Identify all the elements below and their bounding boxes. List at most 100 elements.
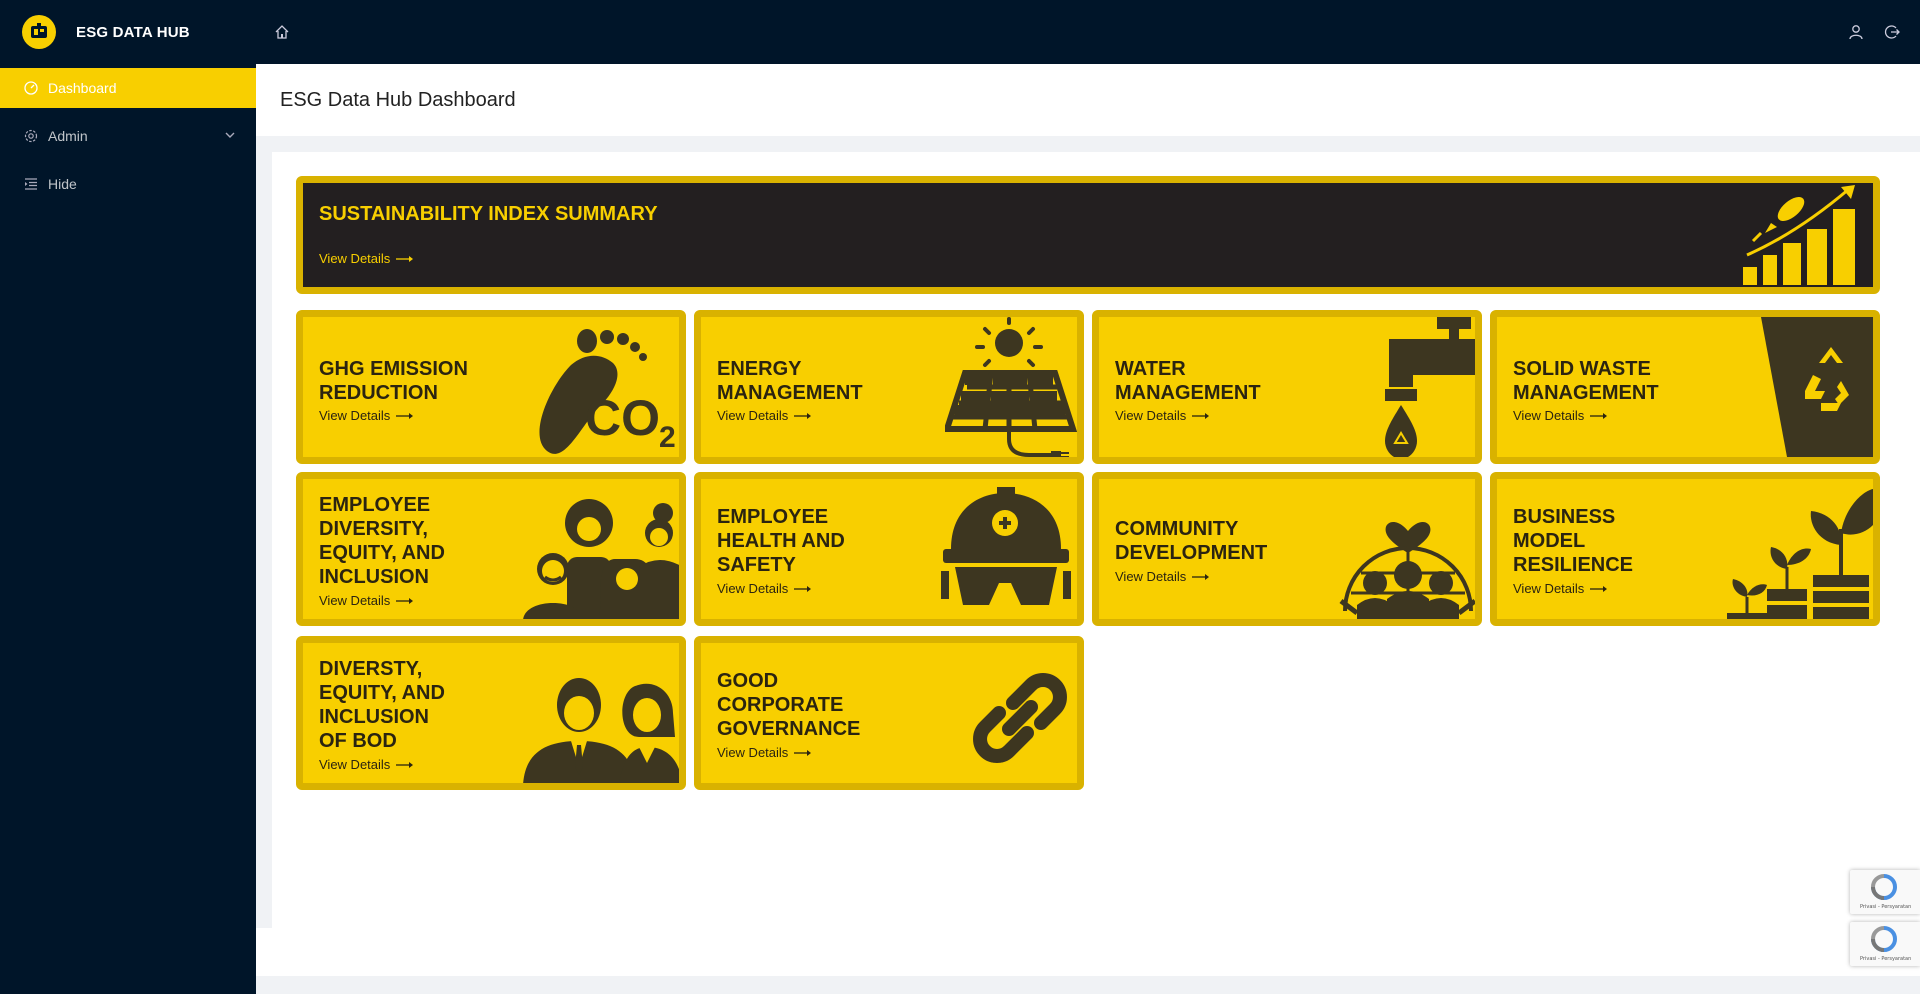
card-title-line: EMPLOYEE (319, 494, 431, 516)
card-title-line: CORPORATE (717, 694, 844, 716)
card-title-line: EQUITY, AND (319, 542, 445, 564)
page-title: ESG Data Hub Dashboard (280, 89, 516, 111)
recaptcha-text[interactable]: Privasi - Persyaratan (1860, 904, 1911, 910)
card-good-corporate-governance[interactable]: GOOD CORPORATE GOVERNANCE View Details (694, 636, 1084, 790)
card-title: WATER MANAGEMENT (1115, 357, 1261, 405)
recycle-bin-icon (1761, 317, 1873, 457)
top-header (256, 0, 1920, 64)
view-details-label: View Details (717, 581, 789, 596)
view-details-label: View Details (1115, 408, 1187, 423)
card-title-line: SAFETY (717, 554, 796, 576)
view-details-link[interactable]: View Details (1115, 569, 1210, 584)
card-title-line: GOVERNANCE (717, 718, 861, 740)
arrow-right-icon (396, 412, 414, 419)
arrow-right-icon (396, 597, 414, 604)
card-title: GOOD CORPORATE GOVERNANCE (717, 669, 860, 741)
card-title-line: BUSINESS (1513, 506, 1616, 528)
business-people-icon (523, 678, 679, 783)
chain-link-icon (973, 673, 1067, 763)
view-details-link[interactable]: View Details (717, 581, 812, 596)
card-title: DIVERSTY, EQUITY, AND INCLUSION OF BOD (319, 657, 445, 753)
card-title-line: COMMUNITY (1115, 518, 1239, 540)
view-details-link[interactable]: View Details (717, 745, 812, 760)
dashboard-icon (24, 81, 38, 95)
growing-plant-coins-icon (1727, 489, 1873, 619)
card-title-line: EQUITY, AND (319, 682, 445, 704)
view-details-label: View Details (319, 251, 391, 266)
view-details-label: View Details (319, 593, 391, 608)
card-water-management[interactable]: WATER MANAGEMENT View Details (1092, 310, 1482, 464)
card-ghg-emission-reduction[interactable]: GHG EMISSION REDUCTION View Details CO 2 (296, 310, 686, 464)
home-icon[interactable] (274, 24, 290, 40)
community-globe-people-icon (1339, 522, 1475, 619)
card-business-model-resilience[interactable]: BUSINESS MODEL RESILIENCE View Details (1490, 472, 1880, 626)
view-details-link[interactable]: View Details (1513, 408, 1608, 423)
water-tap-icon (1385, 317, 1475, 457)
card-community-development[interactable]: COMMUNITY DEVELOPMENT View Details (1092, 472, 1482, 626)
view-details-label: View Details (717, 745, 789, 760)
card-title-line: SOLID WASTE (1513, 358, 1651, 380)
card-title-line: DIVERSTY, (319, 658, 423, 680)
view-details-link[interactable]: View Details (319, 593, 414, 608)
recaptcha-badge[interactable]: Privasi - Persyaratan (1850, 870, 1920, 914)
card-sustainability-index-summary[interactable]: SUSTAINABILITY INDEX SUMMARY View Detail… (296, 176, 1880, 294)
brand-logo-icon (22, 15, 56, 49)
card-title: EMPLOYEE HEALTH AND SAFETY (717, 505, 845, 577)
card-title: SOLID WASTE MANAGEMENT (1513, 357, 1659, 405)
card-title-line: DIVERSITY, (319, 518, 428, 540)
brand-name: ESG DATA HUB (76, 23, 190, 41)
sidebar-item-dashboard[interactable]: Dashboard (0, 68, 256, 108)
arrow-right-icon (1192, 412, 1210, 419)
rocket-growth-chart-icon (1743, 185, 1855, 285)
card-title-line: INCLUSION (319, 566, 429, 588)
dashboard-content: SUSTAINABILITY INDEX SUMMARY View Detail… (272, 152, 1920, 976)
solar-panel-icon (945, 317, 1077, 457)
card-title-line: REDUCTION (319, 382, 438, 404)
sidebar: ESG DATA HUB Dashboard Admin Hide (0, 0, 256, 994)
footprint-co2-icon: CO 2 (539, 329, 676, 454)
card-solid-waste-management[interactable]: SOLID WASTE MANAGEMENT View Details (1490, 310, 1880, 464)
card-title-line: HEALTH AND (717, 530, 845, 552)
card-title-line: OF BOD (319, 730, 397, 752)
recaptcha-badge[interactable]: Privasi - Persyaratan (1850, 922, 1920, 966)
sidebar-item-label: Dashboard (48, 80, 117, 96)
view-details-label: View Details (1513, 581, 1585, 596)
card-title: GHG EMISSION REDUCTION (319, 357, 468, 405)
card-diversity-equity-inclusion-bod[interactable]: DIVERSTY, EQUITY, AND INCLUSION OF BOD V… (296, 636, 686, 790)
view-details-link[interactable]: View Details (319, 408, 414, 423)
chevron-down-icon (225, 132, 235, 138)
view-details-link[interactable]: View Details (1115, 408, 1210, 423)
arrow-right-icon (1192, 573, 1210, 580)
view-details-label: View Details (319, 408, 391, 423)
card-title-line: RESILIENCE (1513, 554, 1634, 576)
view-details-label: View Details (1115, 569, 1187, 584)
card-title: COMMUNITY DEVELOPMENT (1115, 517, 1267, 565)
user-icon[interactable] (1848, 24, 1864, 40)
sidebar-item-admin[interactable]: Admin (0, 116, 256, 156)
view-details-link[interactable]: View Details (717, 408, 812, 423)
card-title: ENERGY MANAGEMENT (717, 357, 863, 405)
view-details-label: View Details (717, 408, 789, 423)
diverse-people-group-icon (523, 499, 679, 619)
arrow-right-icon (794, 585, 812, 592)
view-details-link[interactable]: View Details (319, 757, 414, 772)
sidebar-item-hide[interactable]: Hide (0, 164, 256, 204)
brand[interactable]: ESG DATA HUB (0, 0, 256, 64)
card-energy-management[interactable]: ENERGY MANAGEMENT View Details (694, 310, 1084, 464)
menu-fold-icon (24, 177, 38, 191)
card-title-line: DEVELOPMENT (1115, 542, 1268, 564)
arrow-right-icon (1590, 412, 1608, 419)
logout-icon[interactable] (1884, 24, 1900, 40)
card-title-line: GHG EMISSION (319, 358, 468, 380)
arrow-right-icon (794, 412, 812, 419)
view-details-link[interactable]: View Details (319, 251, 414, 266)
sidebar-menu: Dashboard Admin Hide (0, 68, 256, 204)
card-title-line: GOOD (717, 670, 779, 692)
card-title-line: MANAGEMENT (717, 382, 863, 404)
recaptcha-icon (1871, 926, 1897, 952)
card-employee-health-safety[interactable]: EMPLOYEE HEALTH AND SAFETY View Details (694, 472, 1084, 626)
recaptcha-text[interactable]: Privasi - Persyaratan (1860, 956, 1911, 962)
view-details-link[interactable]: View Details (1513, 581, 1608, 596)
footer-band (256, 976, 1920, 994)
card-employee-diversity-equity-inclusion[interactable]: EMPLOYEE DIVERSITY, EQUITY, AND INCLUSIO… (296, 472, 686, 626)
